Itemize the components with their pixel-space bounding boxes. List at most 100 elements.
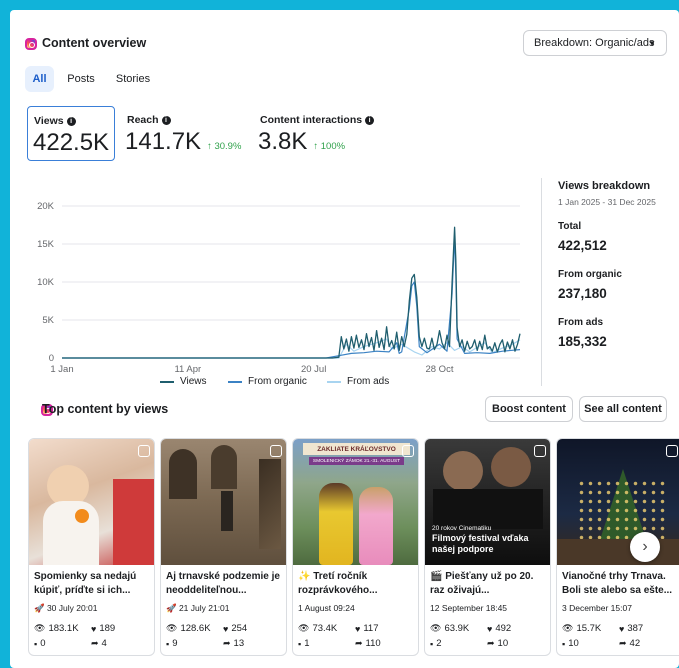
post-caption: Vianočné trhy Trnava. Boli ste alebo sa … — [562, 571, 673, 596]
info-icon[interactable]: i — [161, 115, 171, 125]
post-likes-value: 254 — [231, 623, 248, 634]
post-likes: ♥ 387 — [619, 623, 643, 634]
tab-posts[interactable]: Posts — [62, 66, 100, 92]
post-views: 👁 63.9K — [430, 623, 469, 634]
breakdown-label: Breakdown: Organic/ads — [534, 37, 655, 49]
post-thumbnail — [557, 439, 679, 565]
post-date: 12 September 18:45 — [430, 603, 508, 613]
info-icon[interactable]: i — [66, 116, 76, 126]
instagram-icon — [25, 38, 37, 50]
staircase — [259, 459, 281, 549]
post-views: 👁 73.4K — [298, 623, 337, 634]
post-likes: ♥ 254 — [223, 623, 247, 634]
y-tick-label: 0 — [49, 353, 54, 364]
heart-icon: ♥ — [355, 623, 361, 634]
x-tick-label: 28 Oct — [425, 364, 453, 374]
market-stalls — [557, 539, 679, 565]
post-views-value: 63.9K — [444, 623, 470, 634]
post-comments-value: 0 — [40, 638, 46, 649]
post-card-3[interactable]: ZAKLIATE KRÁĽOVSTVO SMOLENICKÝ ZÁMOK 21.… — [292, 438, 419, 656]
post-shares-value: 110 — [365, 638, 381, 649]
post-shares: ➦ 110 — [355, 638, 381, 649]
eye-icon: 👁 — [430, 623, 442, 633]
heart-icon: ♥ — [223, 623, 229, 634]
tab-all[interactable]: All — [25, 66, 54, 92]
aurora-costume-figure — [359, 487, 393, 565]
eye-icon: 👁 — [34, 623, 46, 633]
info-icon[interactable]: i — [365, 115, 375, 125]
post-shares: ➦ 42 — [619, 638, 640, 649]
post-caption: ✨ Tretí ročník rozprávkového... — [298, 571, 378, 596]
person-head — [443, 451, 483, 491]
post-views-value: 15.7K — [576, 623, 602, 634]
metric-reach-card[interactable]: Reach i 141.7K ↑ 30.9% — [125, 106, 255, 161]
breakdown-total-label: Total — [558, 221, 582, 232]
post-card-4[interactable]: 20 rokov Cinematiku Filmový festival vďa… — [424, 438, 551, 656]
metric-views-card[interactable]: Views i 422.5K — [27, 106, 115, 161]
metric-interactions-label-row: Content interactions i — [260, 114, 375, 126]
post-views-value: 73.4K — [312, 623, 338, 634]
post-thumbnail — [29, 439, 154, 565]
post-card-5[interactable]: Vianočné trhy Trnava. Boli ste alebo sa … — [556, 438, 679, 656]
legend-label-views: Views — [180, 376, 207, 387]
see-all-content-button[interactable]: See all content — [579, 396, 667, 422]
comment-icon: ▪ — [562, 638, 566, 649]
overlay-headline: Filmový festival vďaka našej podpore — [432, 533, 529, 554]
reel-icon — [666, 445, 678, 457]
post-date: 🚀 30 July 20:01 — [34, 603, 98, 613]
post-views-value: 183.1K — [48, 623, 79, 634]
metric-views-label-row: Views i — [34, 115, 76, 127]
post-thumbnail: 20 rokov Cinematiku Filmový festival vďa… — [425, 439, 550, 565]
y-tick-label: 20K — [37, 201, 55, 212]
post-comments-value: 2 — [436, 638, 442, 649]
series-line-from-ads — [62, 338, 521, 359]
eye-icon: 👁 — [166, 623, 178, 633]
breakdown-total-value: 422,512 — [558, 238, 607, 253]
post-comments-value: 1 — [304, 638, 310, 649]
heart-icon: ♥ — [91, 623, 97, 634]
overlay-title: ZAKLIATE KRÁĽOVSTVO — [303, 443, 410, 455]
post-views-value: 128.6K — [180, 623, 211, 634]
post-card-2[interactable]: Aj trnavské podzemie je neoddeliteľnou..… — [160, 438, 287, 656]
orange-fruit — [75, 509, 89, 523]
metric-interactions-card[interactable]: Content interactions i 3.8K ↑ 100% — [258, 106, 418, 161]
chevron-right-icon[interactable]: › — [630, 532, 660, 562]
post-shares-value: 4 — [101, 638, 107, 649]
post-likes-value: 492 — [495, 623, 512, 634]
post-date: 1 August 09:24 — [298, 603, 355, 613]
arch-window — [169, 449, 197, 499]
post-likes: ♥ 492 — [487, 623, 511, 634]
share-icon: ➦ — [223, 638, 231, 648]
metric-interactions-value-row: 3.8K ↑ 100% — [258, 128, 345, 156]
breakdown-dropdown[interactable]: Breakdown: Organic/ads ▼ — [523, 30, 667, 56]
metric-reach-label-row: Reach i — [127, 114, 171, 126]
breakdown-range: 1 Jan 2025 - 31 Dec 2025 — [558, 197, 656, 207]
post-caption: 🎬 Piešťany už po 20. raz oživajú... — [430, 571, 534, 596]
post-date: 3 December 15:07 — [562, 603, 632, 613]
legend-label-ads: From ads — [347, 376, 390, 387]
post-caption: Spomienky sa nedajú kúpiť, príďte si ich… — [34, 571, 137, 596]
heart-icon: ♥ — [619, 623, 625, 634]
post-comments-value: 9 — [172, 638, 178, 649]
x-tick-label: 20 Jul — [301, 364, 326, 374]
post-card-1[interactable]: Spomienky sa nedajú kúpiť, príďte si ich… — [28, 438, 155, 656]
post-comments: ▪ 10 — [562, 638, 579, 649]
comment-icon: ▪ — [298, 638, 302, 649]
legend-views: Views — [160, 376, 207, 387]
legend-label-organic: From organic — [248, 376, 307, 387]
belle-costume-figure — [319, 483, 353, 565]
child-body — [43, 501, 99, 565]
post-likes-value: 189 — [99, 623, 116, 634]
legend-swatch-views — [160, 380, 174, 383]
boost-content-button[interactable]: Boost content — [485, 396, 573, 422]
top-content-title: Top content by views — [42, 402, 169, 416]
post-shares: ➦ 10 — [487, 638, 508, 649]
share-icon: ➦ — [91, 638, 99, 648]
reel-icon — [270, 445, 282, 457]
post-shares: ➦ 4 — [91, 638, 107, 649]
y-tick-label: 15K — [37, 239, 55, 250]
metric-reach-value: 141.7K — [125, 128, 202, 155]
legend-swatch-ads — [327, 380, 341, 383]
divider — [541, 178, 542, 386]
tab-stories[interactable]: Stories — [110, 66, 156, 92]
